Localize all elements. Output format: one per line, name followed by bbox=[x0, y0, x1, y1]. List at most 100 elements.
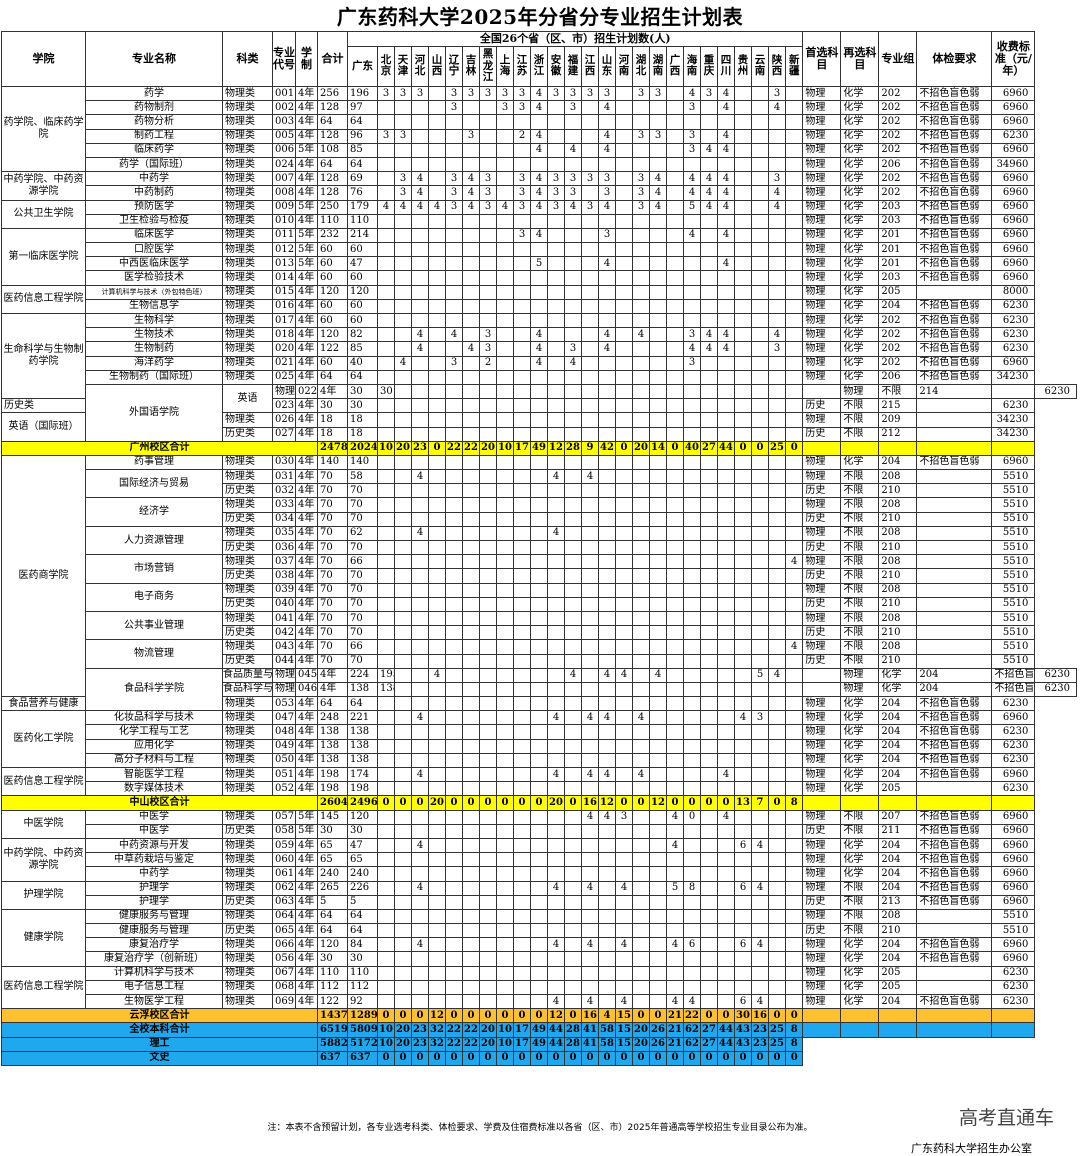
province-count: 6 bbox=[734, 937, 752, 953]
province-count bbox=[784, 412, 804, 428]
province-count bbox=[700, 114, 718, 130]
province-count bbox=[462, 809, 480, 825]
province-count bbox=[530, 681, 548, 698]
province-count bbox=[377, 539, 395, 556]
subject-type: 物理类 bbox=[222, 710, 273, 726]
physical-requirement bbox=[916, 497, 993, 513]
province-count bbox=[784, 625, 804, 641]
first-subject: 物理 bbox=[802, 951, 842, 967]
province-count bbox=[411, 596, 429, 612]
province-count: 43 bbox=[734, 1022, 752, 1038]
province-count bbox=[768, 398, 786, 414]
province-count bbox=[700, 312, 718, 329]
province-count bbox=[598, 554, 616, 570]
province-count: 4 bbox=[581, 880, 599, 896]
empty-cell bbox=[840, 1022, 880, 1038]
province-count bbox=[411, 582, 429, 598]
subject-type: 物理类 bbox=[222, 128, 273, 144]
table-row: 人力资源管理 物理类 035 4年 70 62 4 4 物理 不限 208 5510 bbox=[2, 525, 1077, 556]
province-count: 20 bbox=[632, 1022, 650, 1038]
physical-requirement: 不招色盲色弱 bbox=[916, 369, 993, 385]
province-count bbox=[700, 781, 718, 797]
province-count bbox=[581, 128, 599, 144]
province-count bbox=[717, 156, 735, 173]
province-count bbox=[564, 511, 582, 527]
province-count bbox=[717, 568, 735, 584]
province-count: 4 bbox=[530, 100, 548, 116]
province-count: 5 bbox=[666, 880, 684, 896]
province-count bbox=[649, 142, 667, 158]
province-count: 5 bbox=[347, 894, 378, 910]
province-count bbox=[564, 327, 582, 343]
province-count: 3 bbox=[513, 185, 531, 201]
province-count bbox=[377, 710, 395, 726]
province-count bbox=[496, 880, 514, 896]
province-count bbox=[428, 85, 446, 102]
row-total: 65 bbox=[317, 837, 348, 854]
major-name: 生物科学 bbox=[85, 312, 223, 329]
second-subject: 化学 bbox=[840, 312, 880, 329]
province-count: 4 bbox=[683, 85, 701, 102]
major-name: 食品营养与健康 bbox=[1, 696, 86, 712]
province-count bbox=[666, 696, 684, 712]
province-count bbox=[700, 823, 718, 839]
province-count: 0 bbox=[564, 795, 582, 811]
college-name: 中药学院、中药资源学院 bbox=[1, 837, 86, 882]
province-count bbox=[513, 383, 531, 400]
subject-type: 物理类 bbox=[222, 809, 273, 825]
province-count bbox=[784, 242, 804, 258]
province-count bbox=[683, 596, 701, 612]
province-count bbox=[547, 312, 565, 329]
province-count bbox=[632, 653, 650, 669]
province-count bbox=[734, 483, 752, 499]
major-code: 060 bbox=[272, 852, 296, 868]
tuition-fee: 6960 bbox=[991, 809, 1036, 825]
physical-requirement: 不招色盲色弱 bbox=[916, 866, 993, 882]
province-count bbox=[513, 596, 531, 612]
study-years: 4年 bbox=[295, 710, 318, 726]
province-count bbox=[530, 483, 548, 499]
province-count bbox=[632, 525, 650, 542]
province-count bbox=[530, 752, 548, 769]
header-province: 四川 bbox=[717, 45, 735, 88]
second-subject: 化学 bbox=[840, 766, 880, 783]
province-count bbox=[581, 256, 599, 272]
province-count: 4 bbox=[632, 766, 650, 783]
header-code: 专业代号 bbox=[272, 31, 296, 87]
header-province: 陕西 bbox=[768, 45, 786, 88]
province-count: 4 bbox=[462, 199, 480, 215]
province-count: 17 bbox=[513, 1036, 531, 1052]
province-count: 64 bbox=[347, 114, 378, 130]
province-count bbox=[496, 227, 514, 244]
major-group: 208 bbox=[878, 525, 918, 542]
province-count bbox=[377, 100, 395, 116]
province-count bbox=[683, 312, 701, 329]
empty-cell bbox=[916, 1037, 992, 1052]
province-count bbox=[734, 497, 752, 513]
province-count bbox=[666, 823, 684, 839]
province-count bbox=[428, 525, 446, 542]
province-count bbox=[462, 568, 480, 584]
province-count bbox=[649, 937, 667, 953]
physical-requirement bbox=[916, 979, 993, 996]
province-count bbox=[784, 923, 804, 939]
province-count: 4 bbox=[394, 355, 412, 371]
major-group: 208 bbox=[878, 610, 918, 627]
province-count bbox=[377, 142, 395, 158]
province-count: 21 bbox=[666, 1022, 684, 1038]
header-national: 全国26个省（区、市）招生计划数(人) bbox=[346, 31, 804, 47]
subject-type: 物理类 bbox=[222, 327, 273, 343]
province-count: 0 bbox=[700, 1050, 718, 1066]
province-count bbox=[411, 568, 429, 584]
province-count: 10 bbox=[496, 1022, 514, 1038]
province-count bbox=[547, 738, 565, 754]
study-years: 5年 bbox=[295, 242, 318, 258]
row-total: 64 bbox=[317, 696, 348, 712]
major-group: 210 bbox=[878, 568, 918, 584]
major-group: 207 bbox=[878, 809, 918, 825]
province-count bbox=[394, 752, 412, 769]
province-count bbox=[479, 965, 497, 981]
major-name: 高分子材料与工程 bbox=[85, 752, 223, 769]
province-count bbox=[377, 497, 395, 513]
province-count bbox=[632, 781, 650, 797]
